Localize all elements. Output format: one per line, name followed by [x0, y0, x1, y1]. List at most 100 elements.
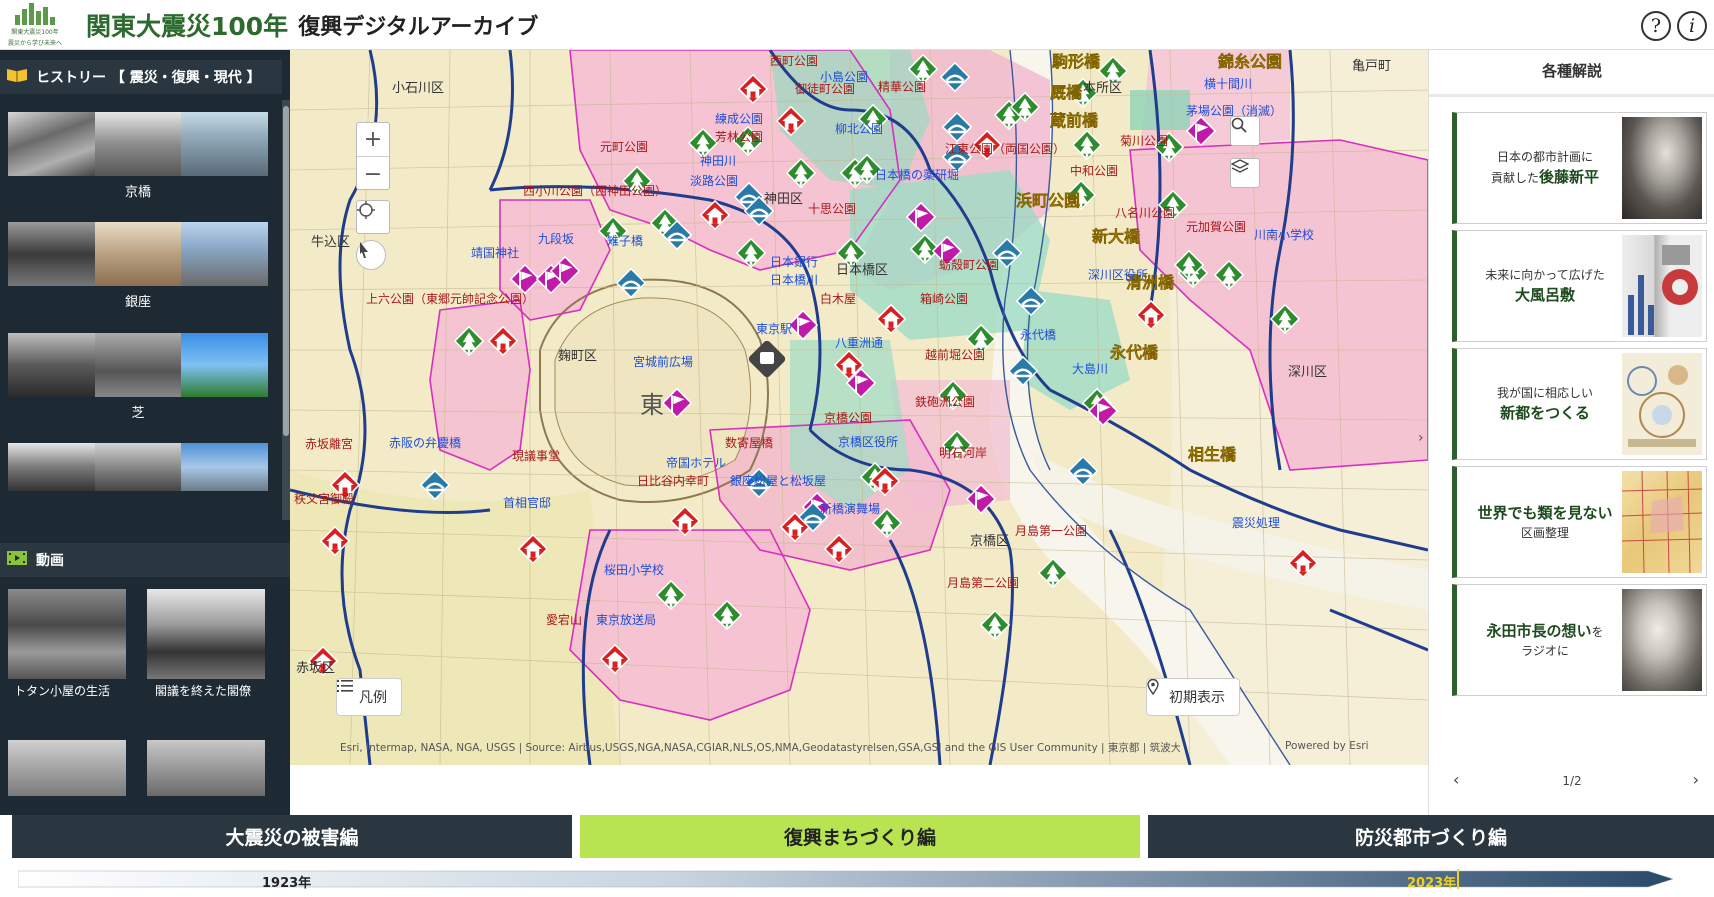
building-marker-icon[interactable]	[700, 200, 730, 230]
place-label[interactable]: 明石河岸	[939, 446, 987, 460]
bridge-marker-icon[interactable]	[942, 112, 972, 142]
building-marker-icon[interactable]	[518, 534, 548, 564]
place-label[interactable]: 震災処理	[1232, 516, 1280, 530]
place-label[interactable]: 箱崎公園	[920, 292, 968, 306]
history-item-shiba[interactable]	[8, 333, 269, 397]
place-label[interactable]: 日比谷内幸町	[637, 474, 709, 488]
place-label[interactable]: 月島第一公園	[1015, 524, 1087, 538]
zoom-out-button[interactable]: −	[357, 157, 389, 191]
place-label[interactable]: 京橋区役所	[838, 435, 898, 449]
card-nagata-mayor[interactable]: 永田市長の想いを ラジオに	[1452, 584, 1707, 696]
legend-button[interactable]: 凡例	[336, 678, 402, 716]
bridge-marker-icon[interactable]	[1068, 456, 1098, 486]
place-label[interactable]: 銀座松屋と松坂屋	[730, 474, 826, 488]
collapse-right-panel-icon[interactable]: ›	[1418, 430, 1428, 470]
place-label[interactable]: 数寄屋橋	[725, 436, 773, 450]
place-label[interactable]: 芳林公園	[715, 130, 763, 144]
history-scrollbar-thumb[interactable]	[283, 106, 289, 436]
building-marker-icon[interactable]	[600, 644, 630, 674]
place-label[interactable]: 元町公園	[600, 140, 648, 154]
place-label[interactable]: 精華公園	[878, 80, 926, 94]
flag-marker-icon[interactable]	[1088, 396, 1118, 426]
place-label[interactable]: 八名川公園	[1115, 206, 1175, 220]
locate-button[interactable]	[356, 200, 390, 234]
place-label[interactable]: 日本橋の薬研堀	[875, 168, 959, 182]
place-label[interactable]: 秩父宮御殿	[294, 492, 354, 506]
place-label[interactable]: 上六公園（東郷元帥記念公園）	[366, 292, 534, 306]
pager-next-button[interactable]: ›	[1693, 770, 1699, 789]
bridge-marker-icon[interactable]	[662, 220, 692, 250]
video-item-3[interactable]	[8, 740, 126, 796]
place-label[interactable]: 西小川公園（西神田公園）	[523, 184, 667, 198]
place-label[interactable]: 赤坂離宮	[305, 437, 353, 451]
building-marker-icon[interactable]	[488, 326, 518, 356]
place-label[interactable]: 九段坂	[538, 232, 574, 246]
history-item-ginza[interactable]	[8, 222, 269, 286]
park-marker-icon[interactable]	[1010, 92, 1040, 122]
flag-marker-icon[interactable]	[846, 368, 876, 398]
building-marker-icon[interactable]	[824, 534, 854, 564]
place-label[interactable]: 淡路公園	[690, 174, 738, 188]
place-label[interactable]: 赤阪の弁慶橋	[389, 436, 461, 450]
place-label[interactable]: 靖国神社	[471, 246, 519, 260]
place-label[interactable]: 御徒町公園	[795, 82, 855, 96]
place-label[interactable]: 越前堀公園	[925, 348, 985, 362]
place-label[interactable]: 愛宕山	[546, 613, 582, 627]
place-label[interactable]: 十思公園	[808, 202, 856, 216]
place-label[interactable]: 鉄砲洲公園	[915, 395, 975, 409]
place-label[interactable]: 永代橋	[1020, 328, 1056, 342]
card-kukaku-seiri[interactable]: 世界でも類を見ない 区画整理	[1452, 466, 1707, 578]
timeline[interactable]: 1923年 2023年	[0, 860, 1714, 897]
park-marker-icon[interactable]	[1038, 558, 1068, 588]
place-label[interactable]: 深川区役所	[1088, 268, 1148, 282]
bridge-marker-icon[interactable]	[1016, 286, 1046, 316]
place-label[interactable]: 横十間川	[1204, 77, 1252, 91]
building-marker-icon[interactable]	[320, 526, 350, 556]
place-label[interactable]: 宮城前広場	[633, 355, 693, 369]
video-item-cabinet[interactable]	[147, 589, 265, 679]
card-goto-shinpei[interactable]: 日本の都市計画に 貢献した後藤新平	[1452, 112, 1707, 224]
place-label[interactable]: 新橋演舞場	[820, 502, 880, 516]
park-marker-icon[interactable]	[1270, 304, 1300, 334]
building-marker-icon[interactable]	[1136, 300, 1166, 330]
place-label[interactable]: 大島川	[1072, 362, 1108, 376]
video-item-totan[interactable]	[8, 589, 126, 679]
building-marker-icon[interactable]	[738, 74, 768, 104]
history-item-kyobashi[interactable]	[8, 112, 269, 176]
building-marker-icon[interactable]	[1288, 548, 1318, 578]
place-label[interactable]: 帝国ホテル	[666, 456, 726, 470]
tab-disaster-prevention[interactable]: 防災都市づくり編	[1148, 815, 1714, 858]
flag-marker-icon[interactable]	[662, 388, 692, 418]
place-label[interactable]: 中和公園	[1070, 164, 1118, 178]
flag-marker-icon[interactable]	[966, 484, 996, 514]
tab-damage[interactable]: 大震災の被害編	[12, 815, 572, 858]
bridge-marker-icon[interactable]	[940, 62, 970, 92]
park-marker-icon[interactable]	[980, 610, 1010, 640]
park-marker-icon[interactable]	[454, 326, 484, 356]
place-label[interactable]: 菊川公園	[1120, 134, 1168, 148]
history-item-4[interactable]	[8, 443, 269, 491]
tab-reconstruction[interactable]: 復興まちづくり編	[580, 815, 1140, 858]
park-marker-icon[interactable]	[712, 600, 742, 630]
bridge-marker-icon[interactable]	[616, 268, 646, 298]
place-label[interactable]: 月島第二公園	[947, 576, 1019, 590]
building-marker-icon[interactable]	[776, 106, 806, 136]
card-shinto[interactable]: 我が国に相応しい 新都をつくる	[1452, 348, 1707, 460]
flag-marker-icon[interactable]	[788, 310, 818, 340]
place-label[interactable]: 八重洲通	[835, 336, 883, 350]
card-oburoshiki[interactable]: 未来に向かって広げた 大風呂敷	[1452, 230, 1707, 342]
place-label[interactable]: 首相官邸	[503, 496, 551, 510]
place-label[interactable]: 蛎殻町公園	[939, 258, 999, 272]
place-label[interactable]: 東京駅	[756, 322, 792, 336]
place-label[interactable]: 練成公園	[715, 112, 763, 126]
place-label[interactable]: 東京放送局	[596, 613, 656, 627]
place-label[interactable]: 元加賀公園	[1186, 220, 1246, 234]
park-marker-icon[interactable]	[656, 580, 686, 610]
place-label[interactable]: 江東公園（両国公園）	[945, 142, 1065, 156]
compass-button[interactable]	[356, 240, 386, 270]
place-label[interactable]: 現議事堂	[512, 449, 560, 463]
place-label[interactable]: 日本銀行	[770, 255, 818, 269]
park-marker-icon[interactable]	[786, 158, 816, 188]
flag-marker-icon[interactable]	[906, 202, 936, 232]
place-label[interactable]: 神田川	[700, 154, 736, 168]
